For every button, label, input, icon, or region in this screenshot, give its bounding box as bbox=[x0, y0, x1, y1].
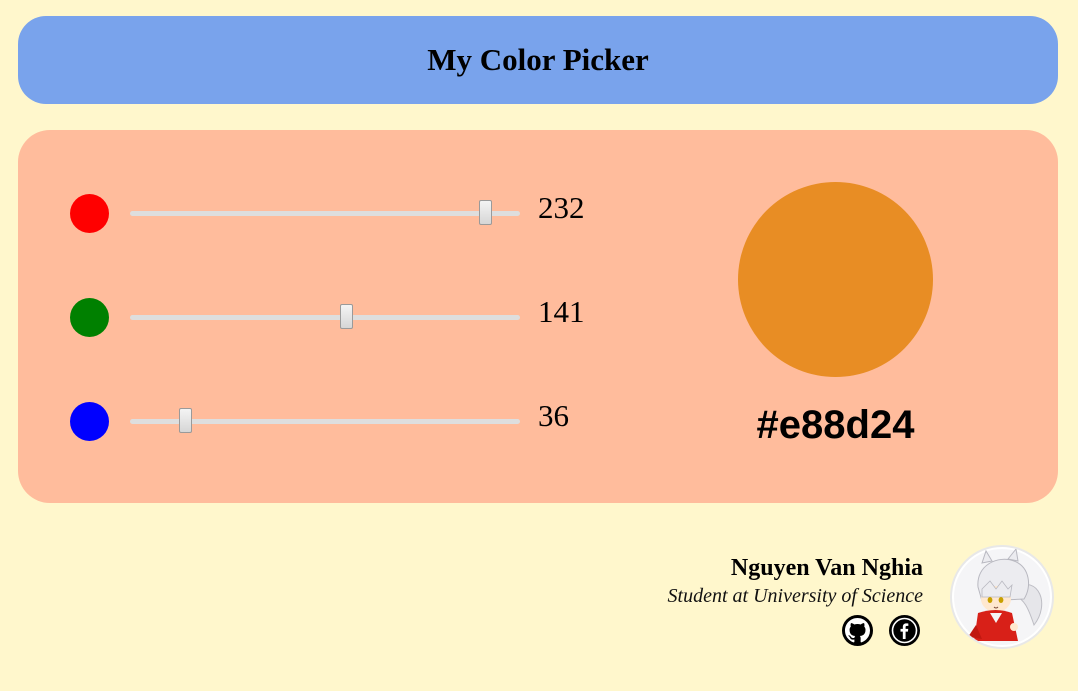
red-channel-dot bbox=[70, 194, 109, 233]
color-preview-swatch bbox=[738, 182, 933, 377]
github-icon bbox=[845, 618, 870, 643]
blue-slider[interactable] bbox=[130, 408, 520, 433]
blue-channel-dot bbox=[70, 402, 109, 441]
red-slider-row: 232 bbox=[18, 190, 658, 234]
green-slider[interactable] bbox=[130, 304, 520, 329]
green-value: 141 bbox=[538, 294, 585, 329]
app-header: My Color Picker bbox=[18, 16, 1058, 104]
avatar bbox=[950, 545, 1054, 649]
facebook-link[interactable] bbox=[889, 615, 920, 646]
facebook-icon bbox=[891, 617, 918, 644]
avatar-image bbox=[954, 547, 1050, 645]
color-picker-panel: 232 141 36 #e88d24 bbox=[18, 130, 1058, 503]
red-slider-thumb[interactable] bbox=[478, 200, 492, 225]
red-value: 232 bbox=[538, 190, 585, 225]
author-info: Nguyen Van Nghia Student at University o… bbox=[668, 553, 923, 609]
author-role: Student at University of Science bbox=[667, 585, 923, 607]
red-slider[interactable] bbox=[130, 200, 520, 225]
green-slider-thumb[interactable] bbox=[339, 304, 353, 329]
page-title: My Color Picker bbox=[427, 42, 649, 77]
blue-slider-row: 36 bbox=[18, 398, 658, 442]
author-name: Nguyen Van Nghia bbox=[730, 555, 923, 581]
github-link[interactable] bbox=[842, 615, 873, 646]
blue-slider-thumb[interactable] bbox=[178, 408, 192, 433]
hex-code-label: #e88d24 bbox=[756, 403, 915, 447]
green-slider-row: 141 bbox=[18, 294, 658, 338]
green-channel-dot bbox=[70, 298, 109, 337]
blue-value: 36 bbox=[538, 398, 569, 433]
